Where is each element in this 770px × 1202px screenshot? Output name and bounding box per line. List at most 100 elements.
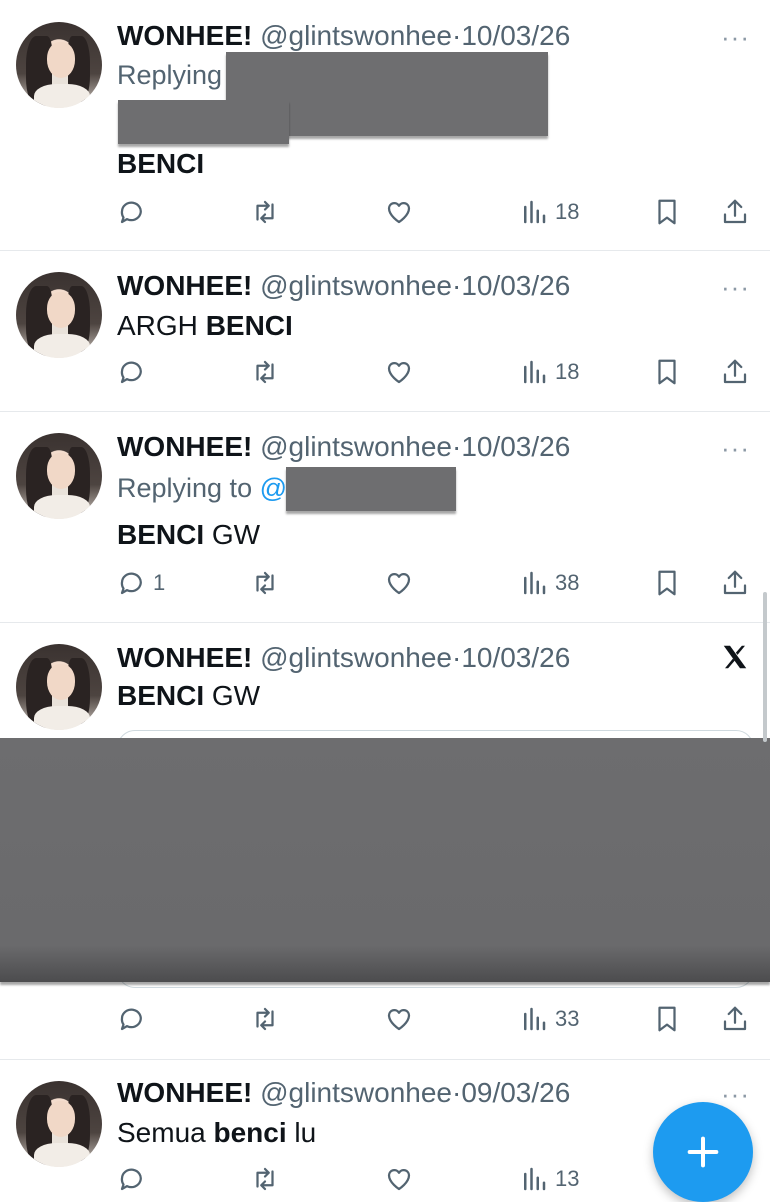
retweet-button[interactable] [250, 1159, 280, 1199]
reply-button[interactable] [117, 999, 147, 1039]
tweet-actions: 18 [0, 192, 770, 232]
avatar[interactable] [16, 433, 102, 519]
redaction-block [118, 100, 289, 144]
views-button[interactable]: 38 [519, 563, 579, 603]
retweet-button[interactable] [250, 999, 280, 1039]
like-button[interactable] [384, 1159, 414, 1199]
tweet-header: WONHEE! @glintswonhee·10/03/26 [117, 270, 570, 302]
retweet-icon [256, 360, 274, 384]
views-icon [524, 1167, 546, 1191]
tweet-header: WONHEE! @glintswonhee·10/03/26 [117, 431, 570, 463]
views-button[interactable]: 18 [519, 192, 579, 232]
like-button[interactable] [384, 563, 414, 603]
more-options-icon[interactable]: ··· [721, 272, 750, 303]
share-button[interactable] [720, 192, 750, 232]
bookmark-button[interactable] [652, 192, 682, 232]
avatar[interactable] [16, 272, 102, 358]
avatar[interactable] [16, 1081, 102, 1167]
tweet[interactable]: WONHEE! @glintswonhee·10/03/26 BENCI GW … [0, 622, 770, 1060]
timestamp[interactable]: 10/03/26 [461, 270, 570, 301]
tweet[interactable]: WONHEE! @glintswonhee·10/03/26 ··· ARGH … [0, 250, 770, 412]
views-button[interactable]: 18 [519, 352, 579, 392]
views-count: 18 [555, 359, 580, 384]
like-button[interactable] [384, 999, 414, 1039]
share-button[interactable] [720, 999, 750, 1039]
like-icon [387, 361, 411, 384]
tweet-text: BENCI [117, 148, 205, 179]
bookmark-button[interactable] [652, 563, 682, 603]
display-name[interactable]: WONHEE! [117, 642, 252, 673]
views-button[interactable]: 13 [519, 1159, 579, 1199]
retweet-icon [256, 1167, 274, 1191]
reply-button[interactable] [117, 192, 147, 232]
handle[interactable]: @glintswonhee [260, 431, 452, 462]
reply-button[interactable]: 1 [117, 563, 165, 603]
timestamp[interactable]: 10/03/26 [461, 642, 570, 673]
mention-link[interactable]: @ [260, 473, 287, 503]
retweet-icon [256, 1007, 274, 1031]
share-button[interactable] [720, 352, 750, 392]
like-icon [387, 1008, 411, 1031]
display-name[interactable]: WONHEE! [117, 270, 252, 301]
timestamp[interactable]: 10/03/26 [461, 431, 570, 462]
retweet-button[interactable] [250, 352, 280, 392]
handle[interactable]: @glintswonhee [260, 1077, 452, 1108]
like-icon [387, 1168, 411, 1191]
avatar[interactable] [16, 644, 102, 730]
separator: · [451, 642, 462, 673]
tweet-header: WONHEE! @glintswonhee·09/03/26 [117, 1077, 570, 1109]
share-icon [723, 1006, 747, 1031]
like-button[interactable] [384, 352, 414, 392]
more-options-icon[interactable]: ··· [721, 22, 750, 53]
display-name[interactable]: WONHEE! [117, 1077, 252, 1108]
views-count: 33 [555, 1006, 580, 1031]
tweet-actions: 33 [0, 999, 770, 1039]
bookmark-icon [658, 1006, 676, 1032]
share-icon [723, 199, 747, 224]
bookmark-icon [658, 199, 676, 225]
bookmark-icon [658, 359, 676, 385]
like-icon [387, 201, 411, 224]
reply-button[interactable] [117, 1159, 147, 1199]
replying-to: Replying to @ [117, 473, 288, 503]
tweet-actions: 1 38 [0, 563, 770, 603]
timestamp[interactable]: 10/03/26 [461, 20, 570, 51]
timestamp[interactable]: 09/03/26 [461, 1077, 570, 1108]
retweet-button[interactable] [250, 563, 280, 603]
scrollbar[interactable] [763, 592, 767, 742]
separator: · [451, 20, 462, 51]
like-button[interactable] [384, 192, 414, 232]
tweet[interactable]: WONHEE! @glintswonhee·10/03/26 ··· Reply… [0, 0, 770, 251]
share-button[interactable] [720, 563, 750, 603]
share-icon [723, 570, 747, 595]
separator: · [451, 270, 462, 301]
more-options-icon[interactable]: ··· [721, 1079, 750, 1110]
share-icon [723, 359, 747, 384]
redaction-block [0, 738, 770, 982]
retweet-button[interactable] [250, 192, 280, 232]
compose-button[interactable] [653, 1102, 753, 1202]
tweet[interactable]: WONHEE! @glintswonhee·10/03/26 ··· Reply… [0, 411, 770, 623]
more-options-icon[interactable]: ··· [721, 433, 750, 464]
redaction-block [286, 467, 456, 511]
tweet-header: WONHEE! @glintswonhee·10/03/26 [117, 642, 570, 674]
tweet-text: BENCI GW [117, 680, 261, 711]
display-name[interactable]: WONHEE! [117, 431, 252, 462]
display-name[interactable]: WONHEE! [117, 20, 252, 51]
avatar[interactable] [16, 22, 102, 108]
views-button[interactable]: 33 [519, 999, 579, 1039]
reply-icon [120, 201, 142, 224]
views-icon [524, 360, 546, 384]
handle[interactable]: @glintswonhee [260, 20, 452, 51]
reply-button[interactable] [117, 352, 147, 392]
tweet[interactable]: WONHEE! @glintswonhee·09/03/26 ··· Semua… [0, 1059, 770, 1200]
tweet-text: Semua benci lu [117, 1117, 317, 1148]
views-icon [524, 200, 546, 224]
tweet-header: WONHEE! @glintswonhee·10/03/26 [117, 20, 570, 52]
separator: · [451, 1077, 462, 1108]
views-count: 18 [555, 199, 580, 224]
handle[interactable]: @glintswonhee [260, 642, 452, 673]
bookmark-button[interactable] [652, 352, 682, 392]
handle[interactable]: @glintswonhee [260, 270, 452, 301]
bookmark-button[interactable] [652, 999, 682, 1039]
